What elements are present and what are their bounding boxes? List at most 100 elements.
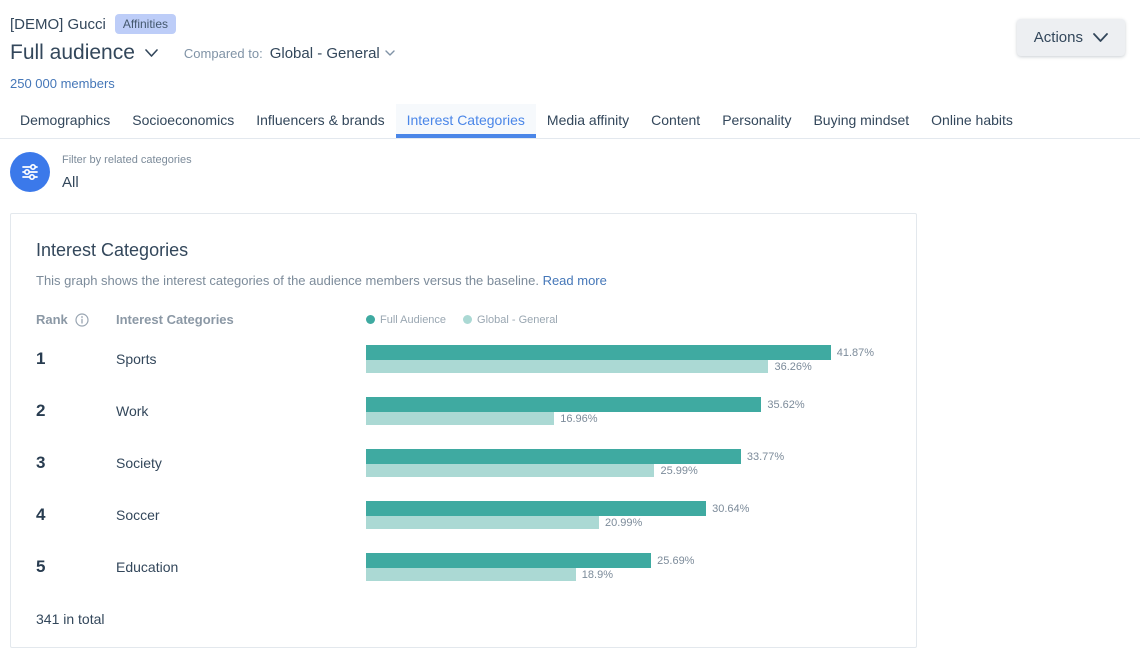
baseline-value: 20.99%	[605, 517, 642, 529]
full-audience-bar[interactable]	[366, 345, 831, 360]
baseline-bar-line: 20.99%	[366, 516, 891, 529]
chart-rows: 1 Sports 41.87% 36.26% 2 Work 35.62%	[36, 333, 891, 593]
table-row: 2 Work 35.62% 16.96%	[36, 385, 891, 437]
category-label: Work	[116, 403, 366, 419]
affinities-badge: Affinities	[115, 14, 176, 34]
chart-legend: Full Audience Global - General	[366, 314, 891, 326]
legend-item-full-audience: Full Audience	[366, 314, 446, 326]
tab-online-habits[interactable]: Online habits	[920, 104, 1024, 138]
audience-selector-label: Full audience	[10, 41, 135, 65]
full-audience-bar[interactable]	[366, 553, 651, 568]
full-audience-bar-line: 30.64%	[366, 501, 891, 516]
baseline-bar-line: 18.9%	[366, 568, 891, 581]
category-label: Sports	[116, 351, 366, 367]
baseline-value: 25.99%	[660, 465, 697, 477]
members-count: 250 000 members	[10, 76, 1124, 91]
bar-group: 35.62% 16.96%	[366, 397, 891, 425]
audience-selector[interactable]: Full audience	[10, 41, 158, 65]
full-audience-value: 25.69%	[657, 555, 694, 567]
baseline-bar[interactable]	[366, 412, 554, 425]
category-label: Society	[116, 455, 366, 471]
rank-column-header: Rank	[36, 312, 116, 327]
full-audience-bar-line: 41.87%	[366, 345, 891, 360]
tab-media-affinity[interactable]: Media affinity	[536, 104, 640, 138]
chevron-down-icon	[145, 49, 158, 57]
category-column-header: Interest Categories	[116, 312, 366, 327]
card-title: Interest Categories	[36, 240, 891, 261]
bar-group: 25.69% 18.9%	[366, 553, 891, 581]
tab-demographics[interactable]: Demographics	[9, 104, 121, 138]
compared-to-value: Global - General	[270, 45, 380, 62]
filter-label: Filter by related categories	[62, 154, 192, 166]
baseline-value: 36.26%	[774, 361, 811, 373]
tab-personality[interactable]: Personality	[711, 104, 802, 138]
baseline-bar[interactable]	[366, 464, 654, 477]
compared-to-selector[interactable]: Global - General	[270, 45, 395, 62]
filter-text: Filter by related categories All	[62, 154, 192, 191]
legend-item-baseline: Global - General	[463, 314, 558, 326]
category-label: Education	[116, 559, 366, 575]
tab-interest-categories[interactable]: Interest Categories	[396, 104, 536, 138]
baseline-bar[interactable]	[366, 360, 768, 373]
info-icon[interactable]	[75, 313, 89, 327]
baseline-bar-line: 25.99%	[366, 464, 891, 477]
baseline-bar[interactable]	[366, 568, 576, 581]
tab-content[interactable]: Content	[640, 104, 711, 138]
table-row: 3 Society 33.77% 25.99%	[36, 437, 891, 489]
filter-row: Filter by related categories All	[0, 139, 1140, 192]
compared-to-label: Compared to:	[184, 46, 263, 61]
table-row: 4 Soccer 30.64% 20.99%	[36, 489, 891, 541]
full-audience-bar[interactable]	[366, 397, 761, 412]
total-count: 341 in total	[36, 611, 891, 627]
rank-header-label: Rank	[36, 312, 68, 327]
full-audience-value: 33.77%	[747, 451, 784, 463]
table-header: Rank Interest Categories Full Audience G…	[36, 312, 891, 327]
page-header: [DEMO] Gucci Affinities Full audience Co…	[0, 0, 1140, 91]
tab-buying-mindset[interactable]: Buying mindset	[802, 104, 920, 138]
card-description-text: This graph shows the interest categories…	[36, 273, 539, 288]
full-audience-bar-line: 35.62%	[366, 397, 891, 412]
chevron-down-icon	[1093, 33, 1108, 42]
rank-value: 4	[36, 505, 116, 525]
rank-value: 5	[36, 557, 116, 577]
baseline-bar-line: 36.26%	[366, 360, 891, 373]
bar-group: 30.64% 20.99%	[366, 501, 891, 529]
chevron-down-icon	[385, 50, 395, 56]
baseline-bar-line: 16.96%	[366, 412, 891, 425]
filter-value[interactable]: All	[62, 174, 192, 191]
tabs: DemographicsSocioeconomicsInfluencers & …	[0, 104, 1140, 139]
legend-label-baseline: Global - General	[477, 314, 558, 326]
rank-value: 2	[36, 401, 116, 421]
full-audience-bar[interactable]	[366, 501, 706, 516]
card-description: This graph shows the interest categories…	[36, 273, 891, 288]
category-label: Soccer	[116, 507, 366, 523]
table-row: 5 Education 25.69% 18.9%	[36, 541, 891, 593]
table-row: 1 Sports 41.87% 36.26%	[36, 333, 891, 385]
rank-value: 1	[36, 349, 116, 369]
legend-dot-full-audience	[366, 315, 375, 324]
bar-group: 41.87% 36.26%	[366, 345, 891, 373]
full-audience-value: 30.64%	[712, 503, 749, 515]
rank-value: 3	[36, 453, 116, 473]
baseline-value: 16.96%	[560, 413, 597, 425]
audience-name: [DEMO] Gucci	[10, 16, 106, 33]
tab-socioeconomics[interactable]: Socioeconomics	[121, 104, 245, 138]
full-audience-bar-line: 33.77%	[366, 449, 891, 464]
bar-group: 33.77% 25.99%	[366, 449, 891, 477]
baseline-bar[interactable]	[366, 516, 599, 529]
full-audience-bar[interactable]	[366, 449, 741, 464]
interest-categories-card: Interest Categories This graph shows the…	[10, 213, 917, 648]
actions-button[interactable]: Actions	[1017, 19, 1125, 56]
read-more-link[interactable]: Read more	[543, 273, 607, 288]
baseline-value: 18.9%	[582, 569, 613, 581]
legend-dot-baseline	[463, 315, 472, 324]
sliders-icon	[19, 161, 41, 183]
full-audience-value: 41.87%	[837, 347, 874, 359]
audience-title-row: [DEMO] Gucci Affinities	[10, 14, 1124, 34]
legend-label-full-audience: Full Audience	[380, 314, 446, 326]
audience-selector-row: Full audience Compared to: Global - Gene…	[10, 41, 1124, 65]
actions-button-label: Actions	[1034, 29, 1083, 46]
filter-button[interactable]	[10, 152, 50, 192]
tab-influencers-brands[interactable]: Influencers & brands	[245, 104, 395, 138]
full-audience-value: 35.62%	[767, 399, 804, 411]
